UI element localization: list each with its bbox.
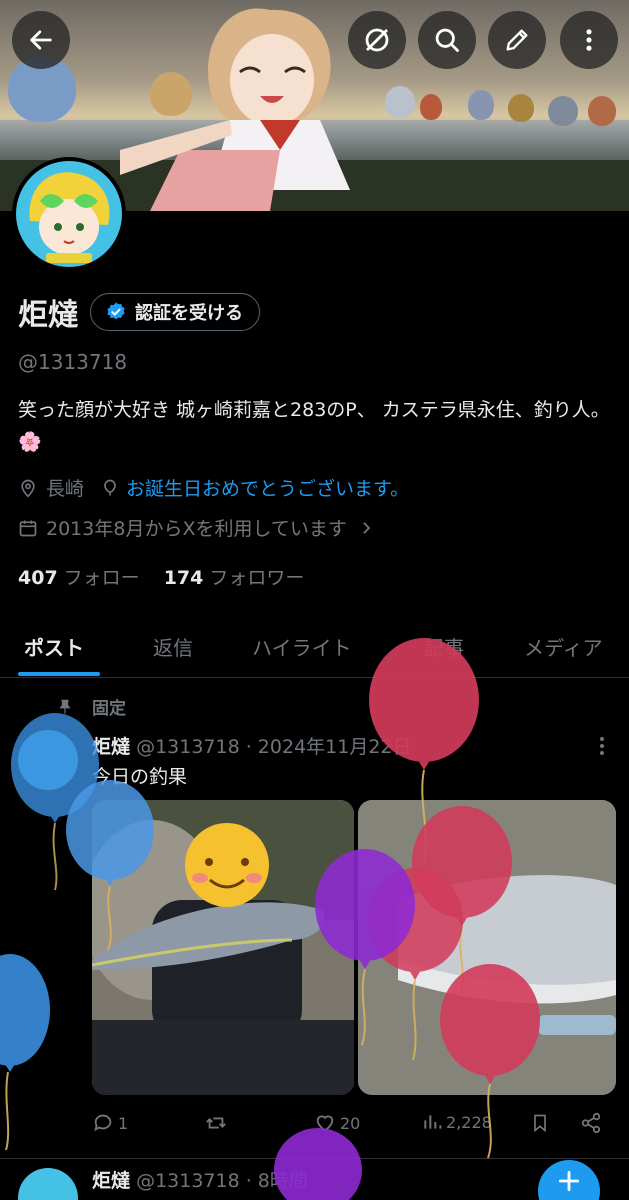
calendar-icon xyxy=(19,520,37,536)
tweet-text: 今日の釣果 xyxy=(92,766,188,788)
back-button[interactable] xyxy=(12,11,70,69)
birthday-link[interactable]: お誕生日おめでとうございます。 xyxy=(126,474,409,501)
pinned-label: 固定 xyxy=(92,699,126,719)
profile-bio: 笑った顔が大好き 城ヶ崎莉嘉と283のP、 カステラ県永住、釣り人。🌸 xyxy=(18,399,610,453)
tweet-author-name[interactable]: 炬燵 xyxy=(92,736,130,758)
tab-replies[interactable]: 返信 xyxy=(153,632,193,661)
tweet-photo-2[interactable] xyxy=(358,800,616,1095)
tab-posts[interactable]: ポスト xyxy=(24,632,84,661)
grok-button[interactable] xyxy=(348,11,406,69)
plus-icon xyxy=(558,1170,580,1192)
reply-button[interactable]: 1 xyxy=(92,1112,128,1134)
views-button[interactable]: 2,228 xyxy=(422,1112,492,1132)
pin-icon xyxy=(59,699,71,714)
tweet-photo-1[interactable] xyxy=(92,800,354,1095)
location-pin-icon xyxy=(21,479,35,498)
tab-media[interactable]: メディア xyxy=(524,632,603,661)
circle-slash-icon xyxy=(365,28,389,52)
banner-hot-air-balloon xyxy=(468,90,494,120)
bookmark-button[interactable] xyxy=(530,1112,554,1134)
tweet-avatar[interactable] xyxy=(18,730,78,790)
tab-articles[interactable]: 記事 xyxy=(424,632,464,661)
retweet-button[interactable] xyxy=(204,1112,232,1134)
compose-button[interactable] xyxy=(538,1160,600,1200)
banner-hot-air-balloon xyxy=(508,94,534,122)
profile-avatar[interactable] xyxy=(12,157,126,271)
following-link[interactable]: 407 フォロー xyxy=(18,563,140,590)
follow-stats: 407 フォロー 174 フォロワー xyxy=(18,563,304,590)
edit-profile-button[interactable] xyxy=(488,11,546,69)
reply-count: 1 xyxy=(118,1113,129,1133)
tweet-divider xyxy=(0,1158,629,1159)
profile-tabs: ポスト 返信 ハイライト 記事 メディア xyxy=(0,618,629,678)
reply-icon xyxy=(94,1114,112,1132)
more-vertical-icon xyxy=(586,29,592,51)
like-count: 20 xyxy=(340,1113,361,1133)
followers-count: 174 xyxy=(163,567,204,589)
verified-badge-icon xyxy=(107,302,125,320)
joined-row[interactable]: 2013年8月からXを利用しています xyxy=(18,514,375,541)
tweet-avatar[interactable] xyxy=(18,1168,78,1200)
tweet-handle-time: @1313718 · 8時間 xyxy=(136,1170,308,1192)
share-button[interactable] xyxy=(580,1112,606,1134)
profile-location: 長崎 xyxy=(46,478,85,500)
arrow-left-icon xyxy=(30,30,52,50)
edit-icon xyxy=(506,29,528,51)
banner-hot-air-balloon xyxy=(588,96,616,126)
following-count: 407 xyxy=(18,567,58,589)
search-button[interactable] xyxy=(418,11,476,69)
tweet-author-name[interactable]: 炬燵 xyxy=(92,1170,130,1192)
following-label: フォロー xyxy=(63,567,140,589)
tab-highlights[interactable]: ハイライト xyxy=(252,632,352,661)
avatar-image xyxy=(16,161,122,267)
display-name: 炬燵 xyxy=(18,298,78,333)
search-icon xyxy=(435,28,459,52)
share-icon xyxy=(581,1112,601,1134)
heart-icon xyxy=(316,1115,334,1132)
get-verified-button[interactable]: 認証を受ける xyxy=(90,293,260,331)
profile-handle: @1313718 xyxy=(18,350,128,374)
tweet-handle-date: @1313718 · 2024年11月22日 xyxy=(136,736,412,758)
view-count: 2,228 xyxy=(446,1112,492,1132)
tweet-header: 炬燵 @1313718 · 8時間 xyxy=(92,1166,308,1193)
profile-meta-row: 長崎 お誕生日おめでとうございます。 xyxy=(18,474,409,501)
tweet-more-button[interactable] xyxy=(598,736,606,761)
retweet-icon xyxy=(206,1117,226,1129)
more-button[interactable] xyxy=(560,11,618,69)
chevron-right-icon xyxy=(363,521,371,534)
banner-hot-air-balloon xyxy=(420,94,442,120)
pinned-indicator: 固定 xyxy=(56,694,126,719)
banner-hot-air-balloon xyxy=(548,96,578,126)
name-row: 炬燵 認証を受ける xyxy=(18,290,260,334)
followers-link[interactable]: 174 フォロワー xyxy=(164,563,305,590)
joined-date: 2013年8月からXを利用しています xyxy=(46,518,347,540)
like-button[interactable]: 20 xyxy=(314,1112,360,1134)
tweet-header: 炬燵 @1313718 · 2024年11月22日 xyxy=(92,732,412,759)
balloon-icon xyxy=(104,479,116,495)
more-vertical-icon xyxy=(600,737,604,755)
bar-chart-icon xyxy=(424,1115,442,1129)
active-tab-indicator xyxy=(18,672,100,676)
tweet-actions: 1 20 2,228 xyxy=(92,1112,612,1142)
bookmark-icon xyxy=(534,1114,546,1133)
get-verified-label: 認証を受ける xyxy=(135,303,243,324)
followers-label: フォロワー xyxy=(209,567,305,589)
